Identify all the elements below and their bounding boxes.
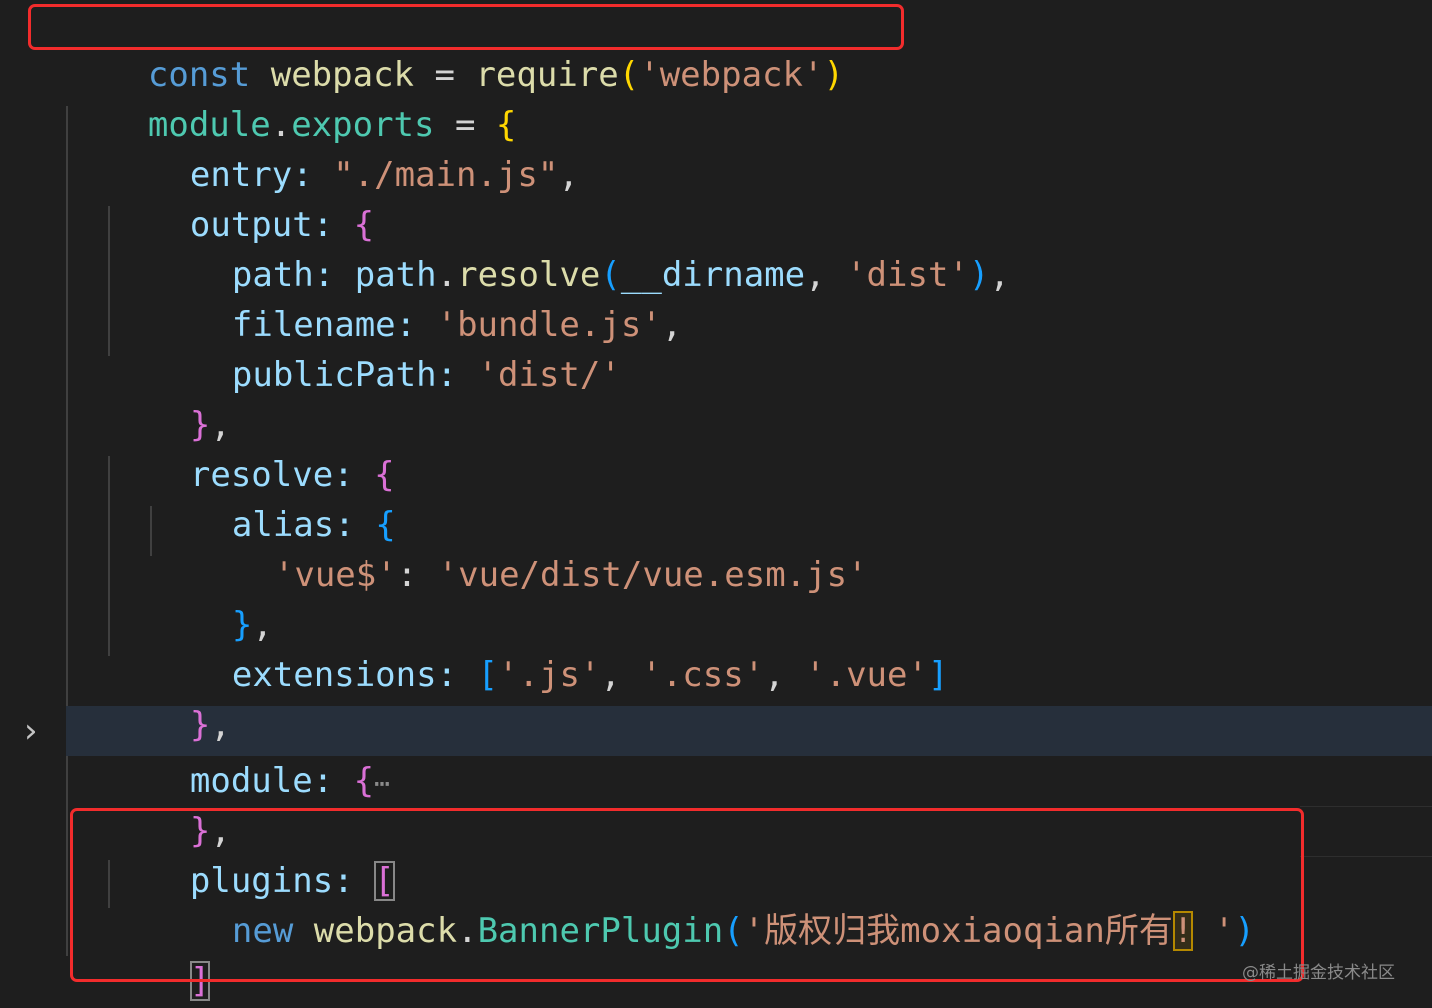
string-dist: 'dist' <box>846 255 969 295</box>
colon: : <box>436 355 478 395</box>
comma: , <box>989 255 1010 295</box>
string-js-ext: '.js' <box>498 655 601 695</box>
annotation-box-require <box>28 4 904 50</box>
string-vue-ext: '.vue' <box>805 655 928 695</box>
code-editor[interactable]: › const webpack = require('webpack') mod… <box>0 0 1432 1008</box>
code-line-4[interactable]: output: { <box>108 150 374 245</box>
string-dist-slash: 'dist/' <box>477 355 621 395</box>
code-line-5[interactable]: path: path.resolve(__dirname, 'dist'), <box>150 200 1010 295</box>
code-line-12[interactable]: }, <box>150 550 273 645</box>
paren-close: ) <box>823 55 844 95</box>
key-extensions: extensions <box>231 655 437 695</box>
colon: : <box>396 555 438 595</box>
code-line-14[interactable]: }, <box>108 650 231 745</box>
comma: , <box>764 655 806 695</box>
colon: : <box>312 761 354 801</box>
faint-ruler <box>1300 806 1432 807</box>
code-line-16[interactable]: }, <box>108 756 231 851</box>
key-vue-dollar: 'vue$' <box>273 555 397 595</box>
string-webpack: 'webpack' <box>639 55 824 95</box>
paren-open: ( <box>618 55 640 95</box>
string-vue-esm: 'vue/dist/vue.esm.js' <box>437 555 868 595</box>
annotation-box-plugins <box>70 808 1304 982</box>
indent-guide <box>66 756 68 956</box>
string-css-ext: '.css' <box>641 655 765 695</box>
comma: , <box>661 305 683 345</box>
faint-ruler <box>1300 856 1432 857</box>
brace-open: { <box>353 761 375 801</box>
colon: : <box>436 655 478 695</box>
folded-ellipsis-icon[interactable]: ⋯ <box>374 769 390 799</box>
code-line-11[interactable]: 'vue$': 'vue/dist/vue.esm.js' <box>192 500 868 595</box>
code-line-6[interactable]: filename: 'bundle.js', <box>150 250 682 345</box>
code-line-2[interactable]: module.exports = { <box>66 50 517 145</box>
code-line-10[interactable]: alias: { <box>150 450 396 545</box>
code-line-8[interactable]: }, <box>108 350 231 445</box>
comma: , <box>805 255 847 295</box>
watermark: @稀土掘金技术社区 <box>1242 963 1395 983</box>
code-line-7[interactable]: publicPath: 'dist/' <box>150 300 621 395</box>
fold-chevron-icon[interactable]: › <box>24 711 54 751</box>
bracket-open: [ <box>477 655 499 695</box>
code-line-3[interactable]: entry: "./main.js", <box>108 100 579 195</box>
code-line-15[interactable]: module: {⋯ <box>108 706 390 801</box>
comma: , <box>600 655 642 695</box>
key-publicpath: publicPath <box>231 355 437 395</box>
bracket-close: ] <box>927 655 949 695</box>
paren-close: ) <box>968 255 990 295</box>
code-line-13[interactable]: extensions: ['.js', '.css', '.vue'] <box>150 600 949 695</box>
comma: , <box>558 155 579 195</box>
code-line-9[interactable]: resolve: { <box>108 400 395 495</box>
